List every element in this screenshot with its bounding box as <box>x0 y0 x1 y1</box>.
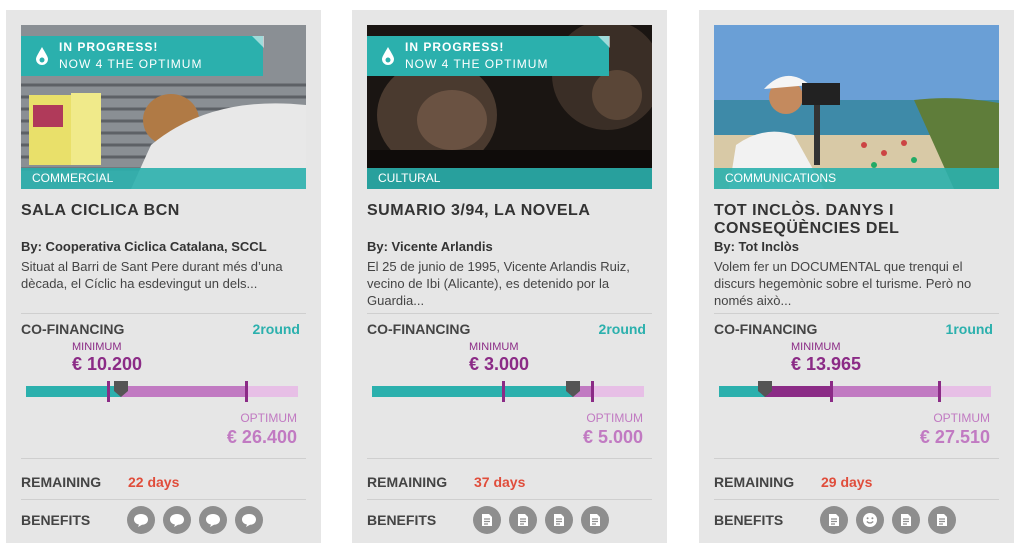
funding-progress-bar <box>719 381 991 402</box>
remaining-label: REMAINING <box>367 474 448 490</box>
status-text: IN PROGRESS! <box>59 40 159 54</box>
speech-bubble-icon[interactable] <box>127 506 155 534</box>
optimum-tick <box>938 381 941 402</box>
optimum-value: € 26.400 <box>226 427 297 447</box>
minimum-value: € 3.000 <box>469 354 530 374</box>
project-card[interactable]: COMMUNICATIONS TOT INCLÒS. DANYS I CONSE… <box>699 10 1014 543</box>
optimum-label: OPTIMUM <box>240 411 297 425</box>
progress-marker <box>114 381 128 397</box>
minimum-label: MINIMUM <box>791 341 841 353</box>
benefits-list <box>820 506 956 534</box>
file-icon[interactable] <box>820 506 848 534</box>
benefits-label: BENEFITS <box>714 512 784 528</box>
project-image[interactable]: IN PROGRESS! NOW 4 THE OPTIMUM CULTURAL <box>367 25 652 189</box>
funded-segment <box>372 386 573 397</box>
funding-progress-bar <box>26 381 298 402</box>
project-image[interactable]: IN PROGRESS! NOW 4 THE OPTIMUM COMMERCIA… <box>21 25 306 189</box>
project-description: Volem fer un DOCUMENTAL que trenqui el d… <box>714 259 972 308</box>
funding-progress-bar <box>372 381 644 402</box>
benefits-label: BENEFITS <box>367 512 437 528</box>
benefits-list <box>473 506 609 534</box>
ribbon-fold <box>598 36 610 48</box>
project-title[interactable]: SALA CICLICA BCN <box>21 202 306 220</box>
project-card[interactable]: IN PROGRESS! NOW 4 THE OPTIMUM COMMERCIA… <box>6 10 321 543</box>
divider <box>21 499 306 500</box>
divider <box>367 499 652 500</box>
category-label[interactable]: COMMERCIAL <box>21 168 306 189</box>
remaining-label: REMAINING <box>21 474 102 490</box>
drop-icon <box>36 47 48 65</box>
speech-bubble-icon[interactable] <box>235 506 263 534</box>
substatus-text: NOW 4 THE OPTIMUM <box>405 57 549 71</box>
optimum-label: OPTIMUM <box>586 411 643 425</box>
minimum-value: € 10.200 <box>72 354 143 374</box>
beach-photo <box>714 25 999 189</box>
project-title[interactable]: SUMARIO 3/94, LA NOVELA <box>367 202 652 220</box>
speech-bubble-icon[interactable] <box>199 506 227 534</box>
file-icon[interactable] <box>928 506 956 534</box>
project-author: By: Tot Inclòs <box>714 239 799 254</box>
optimum-tick <box>591 381 594 402</box>
category-label[interactable]: COMMUNICATIONS <box>714 168 999 189</box>
status-ribbon: IN PROGRESS! NOW 4 THE OPTIMUM <box>367 36 610 76</box>
divider <box>367 313 652 314</box>
project-image[interactable]: COMMUNICATIONS <box>714 25 999 189</box>
remaining-days: 29 days <box>821 474 873 490</box>
file-icon[interactable] <box>892 506 920 534</box>
speech-bubble-icon[interactable] <box>163 506 191 534</box>
remaining-label: REMAINING <box>714 474 795 490</box>
cofinancing-label: CO-FINANCING <box>367 321 471 337</box>
file-icon[interactable] <box>473 506 501 534</box>
divider <box>714 499 999 500</box>
optimum-value: € 27.510 <box>919 427 990 447</box>
progress-marker <box>566 381 580 397</box>
project-author: By: Cooperativa Ciclica Catalana, SCCL <box>21 239 267 254</box>
cofinancing-label: CO-FINANCING <box>714 321 818 337</box>
file-icon[interactable] <box>509 506 537 534</box>
optimum-tick <box>245 381 248 402</box>
divider <box>714 313 999 314</box>
round-badge: 1round <box>945 321 993 337</box>
file-icon[interactable] <box>581 506 609 534</box>
minimum-label: MINIMUM <box>469 341 519 353</box>
optimum-value: € 5.000 <box>582 427 643 447</box>
remaining-days: 37 days <box>474 474 526 490</box>
cofinancing-label: CO-FINANCING <box>21 321 125 337</box>
benefits-label: BENEFITS <box>21 512 91 528</box>
divider <box>714 458 999 459</box>
substatus-text: NOW 4 THE OPTIMUM <box>59 57 203 71</box>
minimum-tick <box>830 381 833 402</box>
minimum-tick <box>107 381 110 402</box>
benefits-list <box>127 506 263 534</box>
optimum-label: OPTIMUM <box>933 411 990 425</box>
progress-marker <box>758 381 772 397</box>
project-description: Situat al Barri de Sant Pere durant més … <box>21 259 283 291</box>
project-author: By: Vicente Arlandis <box>367 239 493 254</box>
project-card[interactable]: IN PROGRESS! NOW 4 THE OPTIMUM CULTURAL … <box>352 10 667 543</box>
category-label[interactable]: CULTURAL <box>367 168 652 189</box>
drop-icon <box>382 47 394 65</box>
divider <box>21 313 306 314</box>
minimum-value: € 13.965 <box>791 354 862 374</box>
ribbon-fold <box>252 36 264 48</box>
round-badge: 2round <box>598 321 646 337</box>
round-badge: 2round <box>252 321 300 337</box>
divider <box>367 458 652 459</box>
minimum-label: MINIMUM <box>72 341 122 353</box>
project-title[interactable]: TOT INCLÒS. DANYS I CONSEQÜÈNCIES DEL <box>714 202 999 238</box>
project-description: El 25 de junio de 1995, Vicente Arlandis… <box>367 259 630 308</box>
file-icon[interactable] <box>545 506 573 534</box>
smiley-icon[interactable] <box>856 506 884 534</box>
remaining-days: 22 days <box>128 474 180 490</box>
minimum-segment <box>765 386 831 397</box>
status-ribbon: IN PROGRESS! NOW 4 THE OPTIMUM <box>21 36 264 76</box>
status-text: IN PROGRESS! <box>405 40 505 54</box>
minimum-tick <box>502 381 505 402</box>
divider <box>21 458 306 459</box>
